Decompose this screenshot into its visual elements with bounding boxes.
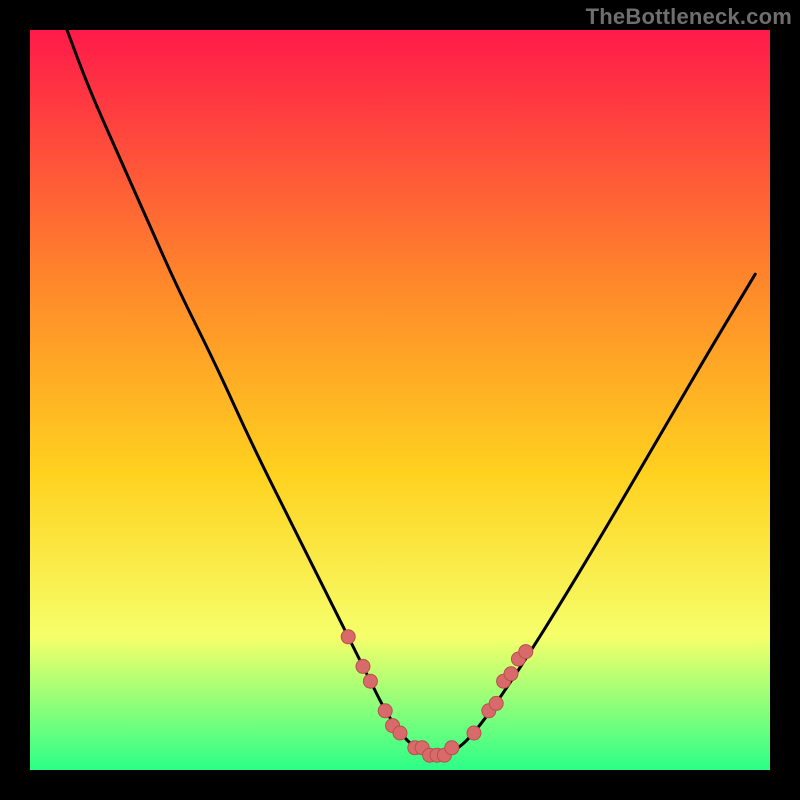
data-marker bbox=[489, 696, 503, 710]
data-marker bbox=[504, 667, 518, 681]
data-marker bbox=[356, 659, 370, 673]
data-marker bbox=[393, 726, 407, 740]
data-marker bbox=[363, 674, 377, 688]
data-marker bbox=[467, 726, 481, 740]
data-marker bbox=[341, 630, 355, 644]
watermark-text: TheBottleneck.com bbox=[586, 4, 792, 30]
chart-frame bbox=[30, 30, 770, 770]
data-marker bbox=[519, 645, 533, 659]
gradient-background bbox=[30, 30, 770, 770]
data-marker bbox=[445, 741, 459, 755]
bottleneck-plot bbox=[30, 30, 770, 770]
data-marker bbox=[378, 704, 392, 718]
